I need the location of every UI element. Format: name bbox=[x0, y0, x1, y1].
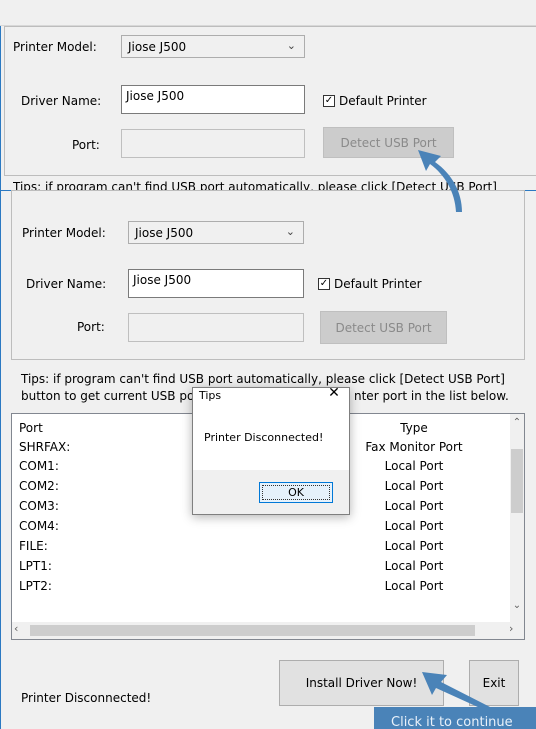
tips-line-2b: nter port in the list below. bbox=[354, 389, 509, 403]
list-item-type: Local Port bbox=[384, 559, 444, 573]
default-printer-checkbox[interactable]: ✓ Default Printer bbox=[318, 277, 422, 291]
chevron-down-icon: ⌄ bbox=[285, 225, 295, 238]
back-window-titlebar bbox=[0, 0, 536, 26]
list-item[interactable]: LPT1: Local Port bbox=[19, 557, 509, 577]
list-item-port: FILE: bbox=[19, 539, 48, 553]
tips-line-1: Tips: if program can't find USB port aut… bbox=[21, 372, 505, 386]
back-tips-clipped: Tips: if program can't find USB port aut… bbox=[13, 179, 523, 190]
scroll-down-icon[interactable]: ⌄ bbox=[511, 600, 523, 612]
close-icon[interactable]: ✕ bbox=[325, 385, 343, 403]
list-item-type: Fax Monitor Port bbox=[365, 440, 463, 454]
vertical-scrollbar-thumb[interactable] bbox=[511, 449, 523, 513]
exit-button[interactable]: Exit bbox=[469, 660, 519, 706]
horizontal-scrollbar-thumb[interactable] bbox=[30, 625, 475, 636]
back-driver-name-input[interactable]: Jiose J500 bbox=[121, 85, 305, 114]
column-header-type[interactable]: Type bbox=[359, 421, 469, 435]
port-label: Port: bbox=[77, 320, 105, 334]
detect-usb-port-button[interactable]: Detect USB Port bbox=[320, 311, 447, 344]
list-item-port: LPT2: bbox=[19, 579, 52, 591]
back-default-printer-label: Default Printer bbox=[339, 94, 427, 108]
back-driver-name-label: Driver Name: bbox=[21, 94, 102, 108]
back-port-label: Port: bbox=[72, 138, 100, 152]
list-item-type: Local Port bbox=[384, 479, 444, 493]
back-tips-text: Tips: if program can't find USB port aut… bbox=[13, 180, 497, 190]
back-default-printer-checkbox[interactable]: ✓ Default Printer bbox=[323, 94, 427, 108]
driver-name-label: Driver Name: bbox=[26, 277, 107, 291]
column-header-port[interactable]: Port bbox=[19, 421, 43, 435]
list-item-type: Local Port bbox=[384, 579, 444, 591]
default-printer-label: Default Printer bbox=[334, 277, 422, 291]
checkbox-checked-icon: ✓ bbox=[318, 278, 330, 290]
list-item[interactable]: LPT2: Local Port bbox=[19, 577, 509, 591]
list-item-port: COM2: bbox=[19, 479, 59, 493]
printer-model-select[interactable]: Jiose J500 ⌄ bbox=[128, 221, 304, 244]
list-item-port: LPT1: bbox=[19, 559, 52, 573]
printer-model-value: Jiose J500 bbox=[135, 226, 194, 240]
scroll-right-icon[interactable]: › bbox=[509, 622, 523, 638]
chevron-down-icon: ⌄ bbox=[286, 39, 296, 52]
back-printer-model-select[interactable]: Jiose J500 ⌄ bbox=[121, 35, 305, 58]
list-item-type: Local Port bbox=[384, 459, 444, 473]
dialog-title: Tips bbox=[199, 389, 222, 402]
tips-line-2a: button to get current USB po bbox=[21, 389, 195, 403]
install-driver-now-button[interactable]: Install Driver Now! bbox=[279, 660, 444, 706]
scroll-up-icon[interactable]: ⌃ bbox=[511, 417, 523, 429]
list-item-port: COM3: bbox=[19, 499, 59, 513]
list-item-type: Local Port bbox=[384, 519, 444, 533]
back-printer-model-label: Printer Model: bbox=[13, 40, 97, 54]
instruction-callout: Click it to continue bbox=[374, 707, 536, 729]
back-printer-model-value: Jiose J500 bbox=[128, 40, 187, 54]
list-item-port: SHRFAX: bbox=[19, 440, 71, 454]
checkbox-checked-icon: ✓ bbox=[323, 95, 335, 107]
list-item[interactable]: COM4: Local Port bbox=[19, 517, 509, 537]
ok-button[interactable]: OK bbox=[259, 482, 333, 503]
list-item-port: COM1: bbox=[19, 459, 59, 473]
status-text: Printer Disconnected! bbox=[21, 691, 152, 705]
list-item-type: Local Port bbox=[384, 539, 444, 553]
list-item-type: Local Port bbox=[384, 499, 444, 513]
list-item-port: COM4: bbox=[19, 519, 59, 533]
back-detect-usb-port-button[interactable]: Detect USB Port bbox=[323, 127, 454, 158]
dialog-message: Printer Disconnected! bbox=[204, 431, 324, 444]
list-item[interactable]: FILE: Local Port bbox=[19, 537, 509, 557]
printer-model-label: Printer Model: bbox=[22, 226, 106, 240]
vertical-scrollbar[interactable] bbox=[510, 414, 524, 625]
back-port-input bbox=[121, 129, 305, 158]
scroll-left-icon[interactable]: ‹ bbox=[14, 622, 28, 638]
port-input bbox=[128, 313, 304, 342]
driver-name-input[interactable]: Jiose J500 bbox=[128, 269, 304, 298]
